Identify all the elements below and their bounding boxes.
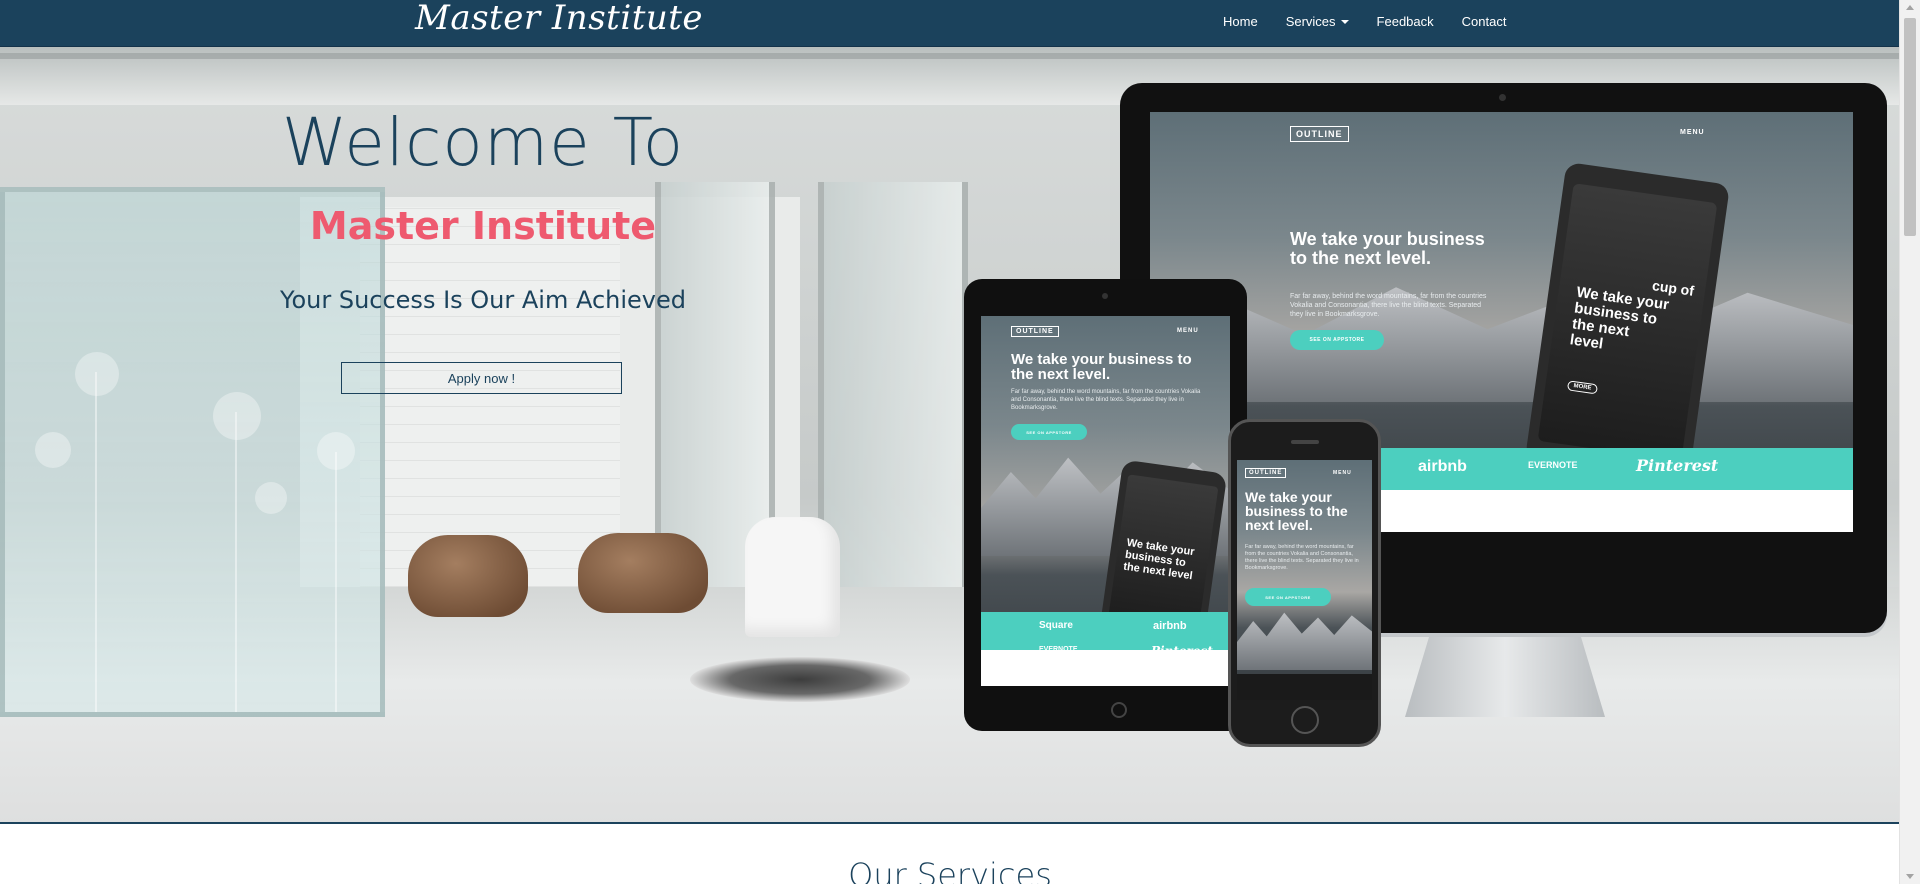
nav-home[interactable]: Home [1209,14,1272,29]
nav-links: Home Services Feedback Contact [1209,0,1520,43]
glass-decor [95,372,97,712]
nav-services-dropdown[interactable]: Services [1272,14,1363,29]
brick-wall [360,207,620,587]
glass-decor [335,452,337,712]
brand-logo[interactable]: Master Institute [415,0,703,38]
phone-home-button-icon [1291,706,1319,734]
screen-phone: We take your business to the next level … [1524,161,1731,483]
tablet-headline: We take your business to the next level. [1011,351,1192,383]
page-scrollbar[interactable] [1899,0,1920,884]
monitor-stand [1405,637,1605,717]
store-button: SEE ON APPSTORE [1290,330,1384,350]
phone-overlay: We take your business to the next level [1568,283,1671,353]
tablet-home-button-icon [1111,702,1127,718]
glass-decor [317,432,355,470]
outline-logo: OUTLINE [1245,468,1287,478]
phone-dark-band [1237,674,1372,700]
ceiling-beam [0,53,1899,59]
top-navbar: Master Institute Home Services Feedback … [0,0,1899,47]
menu-label: MENU [1333,470,1352,476]
monitor-body: Far far away, behind the word mountains,… [1290,293,1487,318]
monitor-headline: We take your business to the next level. [1290,229,1485,268]
phone-overlay: We take your business to the next level [1122,536,1196,583]
store-button: SEE ON APPSTORE [1011,424,1087,440]
screen-phone-display: We take your business to the next level … [1537,183,1718,461]
glass-decor [213,392,261,440]
scroll-up-arrow-icon[interactable] [1906,5,1914,10]
phone-body: Far far away, behind the word mountains,… [1245,544,1359,571]
nav-feedback[interactable]: Feedback [1363,14,1448,29]
scroll-down-arrow-icon[interactable] [1906,874,1914,879]
hero-welcome-heading: Welcome To [281,104,685,181]
partner-square: Square [1039,620,1073,631]
services-heading: Our Services [848,856,1052,884]
phone-screen: OUTLINE MENU We take your business to th… [1237,460,1372,700]
outline-logo: OUTLINE [1011,326,1059,337]
hero-institute-heading: Master Institute [309,204,657,248]
menu-label: MENU [1680,129,1705,136]
scrollbar-thumb[interactable] [1904,18,1916,236]
tablet-white-band [981,650,1230,686]
frosted-glass-partition [0,187,385,717]
lounge-chair [578,533,708,613]
tablet-camera-icon [1102,293,1108,299]
mountains [1150,287,1853,402]
phone-headline: We take your business to the next level. [1245,489,1348,533]
caret-down-icon [1340,19,1349,24]
apply-now-button[interactable]: Apply now ! [341,362,622,394]
glass-decor [235,412,237,712]
partner-airbnb: airbnb [1153,620,1187,632]
tablet-screen: OUTLINE MENU We take your business to th… [981,316,1230,686]
hero-tagline: Your Success Is Our Aim Achieved [279,286,687,314]
phone-speaker-icon [1291,440,1319,444]
glass-decor [255,482,287,514]
lounge-chair [408,535,528,617]
partner-pinterest: Pinterest [1636,456,1719,475]
white-chair [745,517,840,637]
outline-logo: OUTLINE [1290,126,1349,142]
phone-device: OUTLINE MENU We take your business to th… [1228,419,1381,747]
tablet-device: OUTLINE MENU We take your business to th… [964,279,1247,731]
tablet-body: Far far away, behind the word mountains,… [1011,389,1201,411]
partner-airbnb: airbnb [1418,458,1467,475]
menu-label: MENU [1177,328,1199,334]
glass-decor [75,352,119,396]
hero-section: Welcome To Master Institute Your Success… [0,47,1899,824]
nav-contact[interactable]: Contact [1448,14,1521,29]
mountains [1237,612,1372,670]
nav-services-label: Services [1285,14,1336,29]
monitor-camera-icon [1499,94,1506,101]
partner-evernote: EVERNOTE [1528,460,1578,470]
screen-phone-display: We take your business to the next level [1108,474,1219,631]
phone-more-button: MORE [1566,380,1599,395]
glass-decor [35,432,71,468]
store-button: SEE ON APPSTORE [1245,588,1331,606]
rug [690,657,910,702]
